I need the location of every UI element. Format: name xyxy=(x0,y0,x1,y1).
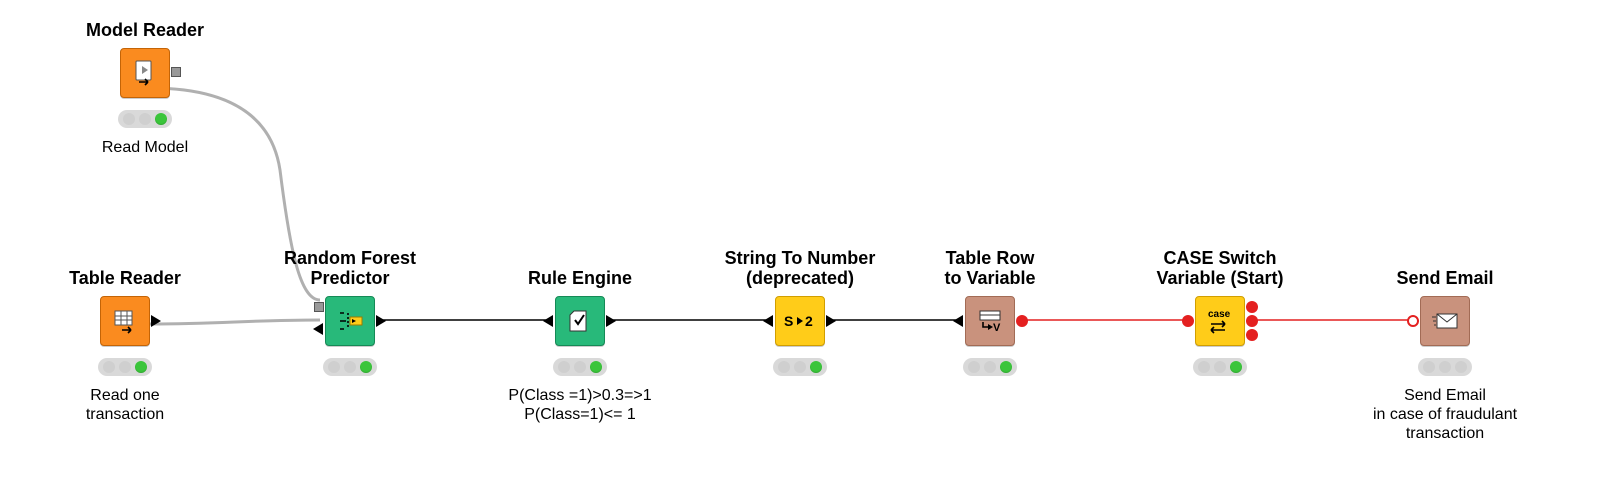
checklist-icon xyxy=(566,307,594,335)
var-in-port[interactable] xyxy=(1182,315,1194,327)
data-in-port[interactable] xyxy=(313,323,323,335)
var-in-port[interactable] xyxy=(1407,315,1419,327)
table-out-icon xyxy=(110,306,140,336)
envelope-icon xyxy=(1430,309,1460,333)
var-out-port-2[interactable] xyxy=(1246,315,1258,327)
var-out-port[interactable] xyxy=(1016,315,1028,327)
node-case-switch[interactable]: CASE Switch Variable (Start) case xyxy=(1120,226,1320,386)
status-light xyxy=(1418,358,1472,376)
node-model-reader[interactable]: Model Reader Read Model xyxy=(45,18,245,157)
data-out-port[interactable] xyxy=(376,315,386,327)
node-title: Table Reader xyxy=(25,246,225,288)
node-tile[interactable] xyxy=(555,296,605,346)
var-out-port-3[interactable] xyxy=(1246,329,1258,341)
data-in-port[interactable] xyxy=(763,315,773,327)
node-tile[interactable] xyxy=(1420,296,1470,346)
node-title: Rule Engine xyxy=(480,246,680,288)
status-light xyxy=(963,358,1017,376)
node-rf-predictor[interactable]: Random Forest Predictor xyxy=(250,226,450,386)
predictor-icon xyxy=(334,305,366,337)
s-to-2-icon: S 2 xyxy=(783,311,817,331)
node-tile[interactable] xyxy=(325,296,375,346)
case-switch-icon: case xyxy=(1205,306,1235,336)
node-title: Send Email xyxy=(1345,246,1545,288)
data-out-port[interactable] xyxy=(151,315,161,327)
node-rule-engine[interactable]: Rule Engine P(Class =1)>0.3=>1 P(Class=1… xyxy=(480,246,680,424)
node-title: Table Row to Variable xyxy=(890,226,1090,288)
data-in-port[interactable] xyxy=(953,315,963,327)
data-in-port[interactable] xyxy=(543,315,553,327)
model-in-port[interactable] xyxy=(314,302,324,312)
svg-text:case: case xyxy=(1208,309,1231,320)
file-play-icon xyxy=(130,58,160,88)
node-sub: Read one transaction xyxy=(25,386,225,424)
node-sub: Send Email in case of fraudulant transac… xyxy=(1345,386,1545,443)
svg-text:S: S xyxy=(784,313,793,329)
node-table-row-to-variable[interactable]: Table Row to Variable V xyxy=(890,226,1090,386)
row-to-var-icon: V xyxy=(975,308,1005,334)
status-light xyxy=(553,358,607,376)
var-out-port-1[interactable] xyxy=(1246,301,1258,313)
node-tile[interactable] xyxy=(120,48,170,98)
node-title: CASE Switch Variable (Start) xyxy=(1120,226,1320,288)
svg-text:2: 2 xyxy=(805,313,813,329)
svg-text:V: V xyxy=(993,322,1001,334)
node-sub: P(Class =1)>0.3=>1 P(Class=1)<= 1 xyxy=(480,386,680,424)
node-send-email[interactable]: Send Email Send Email in case of fraudul… xyxy=(1345,246,1545,443)
status-light xyxy=(323,358,377,376)
node-string-to-number[interactable]: String To Number (deprecated) S 2 xyxy=(700,226,900,386)
status-light xyxy=(1193,358,1247,376)
node-sub: Read Model xyxy=(45,138,245,157)
status-light xyxy=(773,358,827,376)
node-table-reader[interactable]: Table Reader Read one transaction xyxy=(25,246,225,424)
data-out-port[interactable] xyxy=(826,315,836,327)
node-title: String To Number (deprecated) xyxy=(700,226,900,288)
data-out-port[interactable] xyxy=(606,315,616,327)
node-title: Model Reader xyxy=(45,18,245,40)
node-tile[interactable] xyxy=(100,296,150,346)
node-tile[interactable]: S 2 xyxy=(775,296,825,346)
node-tile[interactable]: V xyxy=(965,296,1015,346)
workflow-canvas[interactable]: Model Reader Read Model Table Reader xyxy=(0,0,1600,503)
node-tile[interactable]: case xyxy=(1195,296,1245,346)
status-light xyxy=(98,358,152,376)
node-title: Random Forest Predictor xyxy=(250,226,450,288)
model-out-port[interactable] xyxy=(171,67,181,77)
status-light xyxy=(118,110,172,128)
